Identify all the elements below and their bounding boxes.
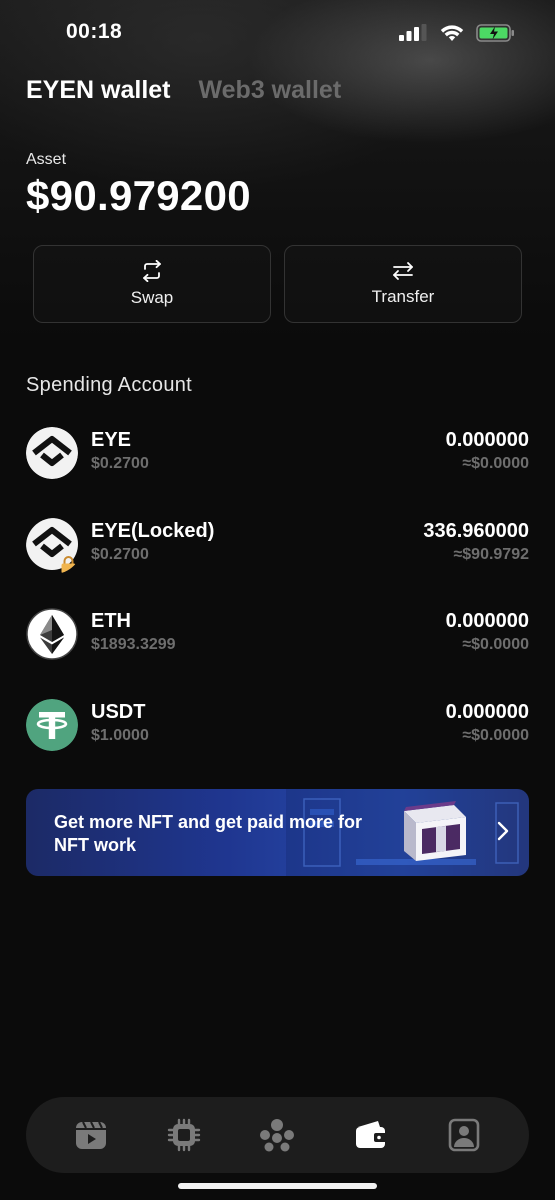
profile-icon <box>448 1118 480 1152</box>
asset-label: Asset <box>26 151 67 168</box>
transfer-icon <box>393 262 413 280</box>
token-price: $0.2700 <box>91 546 149 563</box>
token-name: EYE(Locked) <box>91 520 215 542</box>
wallet-tabs: EYEN wallet Web3 wallet <box>26 76 341 105</box>
token-fiat-value: ≈$0.0000 <box>462 727 529 744</box>
status-time: 00:18 <box>66 20 123 43</box>
eye-locked-token-icon <box>26 518 78 574</box>
nav-profile[interactable] <box>444 1115 484 1155</box>
status-icons <box>398 20 516 46</box>
token-name: ETH <box>91 610 131 632</box>
chevron-right-icon <box>497 821 509 841</box>
community-icon <box>260 1119 295 1152</box>
usdt-icon <box>26 699 78 751</box>
token-price: $1.0000 <box>91 727 149 744</box>
home-indicator <box>178 1183 377 1189</box>
banner-text: Get more NFT and get paid more for NFT w… <box>54 812 363 855</box>
tab-web3-wallet[interactable]: Web3 wallet <box>199 76 342 105</box>
token-amount: 0.000000 <box>445 610 529 632</box>
video-icon <box>75 1121 106 1149</box>
token-price: $1893.3299 <box>91 636 176 653</box>
spending-account-title: Spending Account <box>26 374 193 396</box>
eth-icon <box>26 608 78 660</box>
cellular-signal-icon <box>399 24 427 41</box>
token-amount: 336.960000 <box>423 520 529 542</box>
nft-promo-banner[interactable]: Get more NFT and get paid more for NFT w… <box>26 789 529 876</box>
eye-token-icon <box>26 427 78 479</box>
asset-value: $90.979200 <box>26 172 251 219</box>
token-fiat-value: ≈$90.9792 <box>453 546 529 563</box>
bottom-nav <box>26 1097 529 1173</box>
wifi-icon <box>440 25 464 41</box>
token-price: $0.2700 <box>91 455 149 472</box>
nav-video[interactable] <box>71 1115 111 1155</box>
tab-eyen-wallet[interactable]: EYEN wallet <box>26 76 171 105</box>
nav-wallet[interactable] <box>351 1115 391 1155</box>
token-name: USDT <box>91 701 146 723</box>
nav-community[interactable] <box>257 1115 297 1155</box>
token-fiat-value: ≈$0.0000 <box>462 636 529 653</box>
nav-chip[interactable] <box>164 1115 204 1155</box>
chip-icon <box>167 1118 201 1152</box>
transfer-button[interactable]: Transfer <box>284 245 522 323</box>
token-fiat-value: ≈$0.0000 <box>462 455 529 472</box>
token-name: EYE <box>91 429 132 451</box>
swap-label: Swap <box>130 288 174 307</box>
battery-charging-icon <box>476 24 514 42</box>
swap-button[interactable]: Swap <box>33 245 271 323</box>
token-row-eye[interactable]: EYE $0.2700 0.000000 ≈$0.0000 <box>26 423 529 483</box>
swap-icon <box>143 260 161 282</box>
wallet-icon <box>355 1121 387 1148</box>
token-amount: 0.000000 <box>445 701 529 723</box>
transfer-label: Transfer <box>371 287 435 306</box>
token-row-eth[interactable]: ETH $1893.3299 0.000000 ≈$0.0000 <box>26 604 529 664</box>
token-row-usdt[interactable]: USDT $1.0000 0.000000 ≈$0.0000 <box>26 695 529 755</box>
token-amount: 0.000000 <box>445 429 529 451</box>
token-row-eye-locked[interactable]: EYE(Locked) $0.2700 336.960000 ≈$90.9792 <box>26 514 529 574</box>
